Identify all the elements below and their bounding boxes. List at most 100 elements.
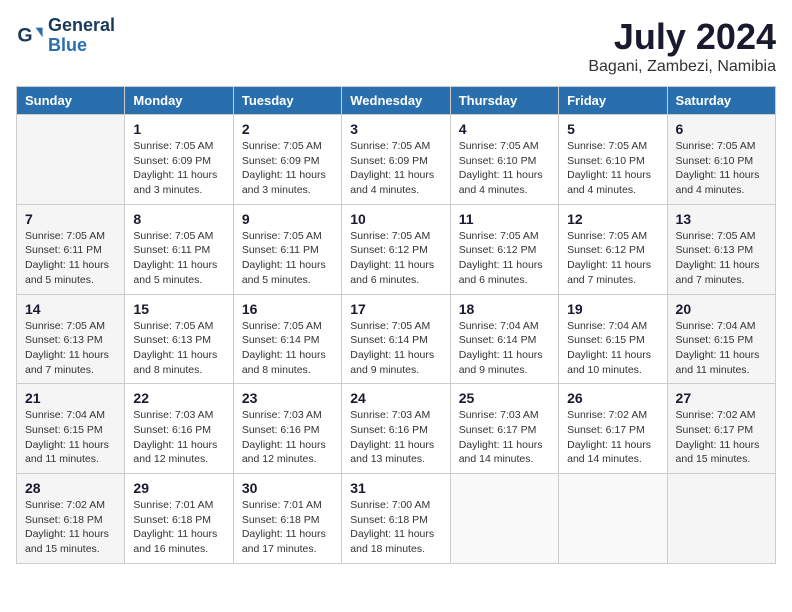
header-tuesday: Tuesday [233,87,341,115]
calendar-cell: 10 Sunrise: 7:05 AMSunset: 6:12 PMDayligh… [342,204,450,294]
calendar-cell: 14 Sunrise: 7:05 AMSunset: 6:13 PMDayligh… [17,294,125,384]
day-number: 3 [350,121,441,137]
calendar-cell: 6 Sunrise: 7:05 AMSunset: 6:10 PMDaylight… [667,115,775,205]
calendar-cell: 19Sunrise: 7:04 AMSunset: 6:15 PMDayligh… [559,294,667,384]
day-info: Sunrise: 7:05 AMSunset: 6:12 PMDaylight:… [350,229,441,288]
calendar-cell: 31 Sunrise: 7:00 AMSunset: 6:18 PMDayligh… [342,474,450,564]
week-row-2: 7 Sunrise: 7:05 AMSunset: 6:11 PMDaylight… [17,204,776,294]
day-info: Sunrise: 7:05 AMSunset: 6:13 PMDaylight:… [25,319,116,378]
day-info: Sunrise: 7:02 AMSunset: 6:17 PMDaylight:… [676,408,767,467]
day-number: 8 [133,211,224,227]
calendar-cell: 9 Sunrise: 7:05 AMSunset: 6:11 PMDaylight… [233,204,341,294]
day-number: 21 [25,390,116,406]
day-number: 18 [459,301,550,317]
day-info: Sunrise: 7:02 AMSunset: 6:18 PMDaylight:… [25,498,116,557]
calendar-cell: 2 Sunrise: 7:05 AMSunset: 6:09 PMDaylight… [233,115,341,205]
day-number: 9 [242,211,333,227]
header-saturday: Saturday [667,87,775,115]
calendar-cell: 15Sunrise: 7:05 AMSunset: 6:13 PMDayligh… [125,294,233,384]
calendar-cell: 23Sunrise: 7:03 AMSunset: 6:16 PMDayligh… [233,384,341,474]
calendar-cell: 13 Sunrise: 7:05 AMSunset: 6:13 PMDayligh… [667,204,775,294]
day-info: Sunrise: 7:02 AMSunset: 6:17 PMDaylight:… [567,408,658,467]
day-info: Sunrise: 7:05 AMSunset: 6:11 PMDaylight:… [242,229,333,288]
day-number: 19 [567,301,658,317]
calendar-cell: 5Sunrise: 7:05 AMSunset: 6:10 PMDaylight… [559,115,667,205]
day-number: 31 [350,480,441,496]
calendar-cell: 24 Sunrise: 7:03 AMSunset: 6:16 PMDayligh… [342,384,450,474]
day-info: Sunrise: 7:05 AMSunset: 6:13 PMDaylight:… [676,229,767,288]
day-info: Sunrise: 7:05 AMSunset: 6:11 PMDaylight:… [133,229,224,288]
page-header: G General Blue July 2024 Bagani, Zambezi… [16,16,776,76]
day-number: 28 [25,480,116,496]
calendar-cell: 3Sunrise: 7:05 AMSunset: 6:09 PMDaylight… [342,115,450,205]
header-monday: Monday [125,87,233,115]
day-info: Sunrise: 7:05 AMSunset: 6:12 PMDaylight:… [567,229,658,288]
day-number: 1 [133,121,224,137]
svg-text:G: G [17,24,32,46]
day-number: 6 [676,121,767,137]
day-info: Sunrise: 7:03 AMSunset: 6:16 PMDaylight:… [242,408,333,467]
calendar-table: SundayMondayTuesdayWednesdayThursdayFrid… [16,86,776,564]
day-info: Sunrise: 7:05 AMSunset: 6:10 PMDaylight:… [459,139,550,198]
calendar-cell: 16 Sunrise: 7:05 AMSunset: 6:14 PMDayligh… [233,294,341,384]
day-number: 20 [676,301,767,317]
calendar-cell: 21Sunrise: 7:04 AMSunset: 6:15 PMDayligh… [17,384,125,474]
calendar-cell: 25 Sunrise: 7:03 AMSunset: 6:17 PMDayligh… [450,384,558,474]
day-info: Sunrise: 7:05 AMSunset: 6:12 PMDaylight:… [459,229,550,288]
calendar-cell [667,474,775,564]
day-number: 17 [350,301,441,317]
day-number: 16 [242,301,333,317]
week-row-4: 21Sunrise: 7:04 AMSunset: 6:15 PMDayligh… [17,384,776,474]
calendar-cell [559,474,667,564]
day-number: 2 [242,121,333,137]
logo-icon: G [16,22,44,50]
calendar-cell: 27 Sunrise: 7:02 AMSunset: 6:17 PMDayligh… [667,384,775,474]
calendar-cell: 18 Sunrise: 7:04 AMSunset: 6:14 PMDayligh… [450,294,558,384]
day-info: Sunrise: 7:05 AMSunset: 6:14 PMDaylight:… [242,319,333,378]
day-number: 24 [350,390,441,406]
day-info: Sunrise: 7:03 AMSunset: 6:17 PMDaylight:… [459,408,550,467]
calendar-cell: 20Sunrise: 7:04 AMSunset: 6:15 PMDayligh… [667,294,775,384]
calendar-cell: 12 Sunrise: 7:05 AMSunset: 6:12 PMDayligh… [559,204,667,294]
day-info: Sunrise: 7:00 AMSunset: 6:18 PMDaylight:… [350,498,441,557]
calendar-cell [17,115,125,205]
day-number: 14 [25,301,116,317]
calendar-cell: 8 Sunrise: 7:05 AMSunset: 6:11 PMDaylight… [125,204,233,294]
calendar-cell: 7 Sunrise: 7:05 AMSunset: 6:11 PMDaylight… [17,204,125,294]
title-area: July 2024 Bagani, Zambezi, Namibia [588,16,776,76]
day-info: Sunrise: 7:03 AMSunset: 6:16 PMDaylight:… [350,408,441,467]
day-number: 13 [676,211,767,227]
day-info: Sunrise: 7:05 AMSunset: 6:13 PMDaylight:… [133,319,224,378]
header-sunday: Sunday [17,87,125,115]
day-number: 26 [567,390,658,406]
header-wednesday: Wednesday [342,87,450,115]
day-info: Sunrise: 7:05 AMSunset: 6:14 PMDaylight:… [350,319,441,378]
logo: G General Blue [16,16,115,56]
day-number: 27 [676,390,767,406]
calendar-cell: 30Sunrise: 7:01 AMSunset: 6:18 PMDayligh… [233,474,341,564]
day-info: Sunrise: 7:05 AMSunset: 6:09 PMDaylight:… [242,139,333,198]
day-info: Sunrise: 7:04 AMSunset: 6:14 PMDaylight:… [459,319,550,378]
weekday-header-row: SundayMondayTuesdayWednesdayThursdayFrid… [17,87,776,115]
calendar-cell: 17 Sunrise: 7:05 AMSunset: 6:14 PMDayligh… [342,294,450,384]
calendar-cell: 26 Sunrise: 7:02 AMSunset: 6:17 PMDayligh… [559,384,667,474]
calendar-cell: 28 Sunrise: 7:02 AMSunset: 6:18 PMDayligh… [17,474,125,564]
day-info: Sunrise: 7:05 AMSunset: 6:11 PMDaylight:… [25,229,116,288]
day-info: Sunrise: 7:05 AMSunset: 6:10 PMDaylight:… [676,139,767,198]
logo-text: General Blue [48,16,115,56]
day-number: 12 [567,211,658,227]
day-number: 7 [25,211,116,227]
day-number: 25 [459,390,550,406]
day-number: 11 [459,211,550,227]
day-number: 10 [350,211,441,227]
header-friday: Friday [559,87,667,115]
header-thursday: Thursday [450,87,558,115]
day-info: Sunrise: 7:05 AMSunset: 6:09 PMDaylight:… [133,139,224,198]
week-row-1: 1 Sunrise: 7:05 AMSunset: 6:09 PMDaylight… [17,115,776,205]
day-number: 5 [567,121,658,137]
calendar-cell: 1 Sunrise: 7:05 AMSunset: 6:09 PMDaylight… [125,115,233,205]
day-number: 30 [242,480,333,496]
day-number: 22 [133,390,224,406]
calendar-cell: 4Sunrise: 7:05 AMSunset: 6:10 PMDaylight… [450,115,558,205]
calendar-cell [450,474,558,564]
